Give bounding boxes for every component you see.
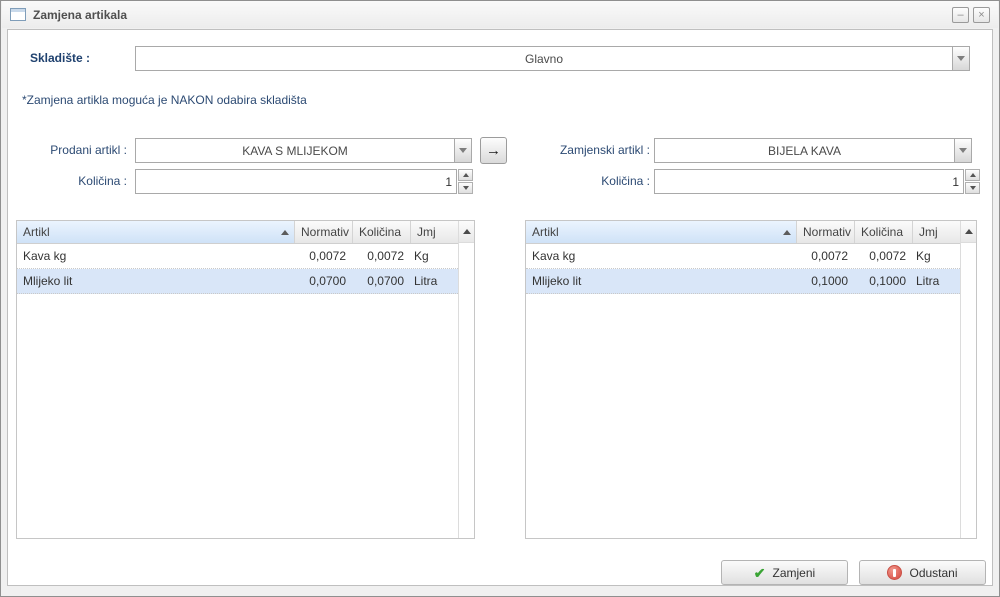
exclamation-circle-icon [887,565,903,580]
cell-kolicina: 0,0700 [367,274,404,288]
sold-article-normative-table: Artikl Normativ Količina Jmj Kava kg 0,00… [16,220,475,539]
column-header-artikl[interactable]: Artikl [17,221,295,243]
table-row[interactable]: Mlijeko lit 0,1000 0,1000 Litra [526,269,960,294]
table-body: Kava kg 0,0072 0,0072 Kg Mlijeko lit 0,1000 0,… [526,244,960,538]
replacement-quantity-input[interactable] [654,169,964,194]
replacement-quantity-label: Količina : [601,174,650,188]
column-header-jmj[interactable]: Jmj [411,221,458,243]
replace-button[interactable]: ✔ Zamjeni [721,560,848,585]
warehouse-combo [135,46,970,71]
spinner-up-button[interactable] [458,169,473,181]
replacement-quantity-field [654,169,980,194]
chevron-down-icon [459,148,467,153]
cell-normativ: 0,0072 [811,249,848,263]
triangle-down-icon [969,186,976,190]
cell-artikl: Kava kg [532,249,576,263]
cell-kolicina: 0,1000 [869,274,906,288]
replacement-article-label: Zamjenski artikl : [559,143,650,157]
cell-kolicina: 0,0072 [869,249,906,263]
replacement-article-dropdown-trigger[interactable] [954,138,972,163]
table-row[interactable]: Kava kg 0,0072 0,0072 Kg [17,244,458,269]
chevron-down-icon [957,56,965,61]
column-header-jmj[interactable]: Jmj [913,221,960,243]
title-bar: Zamjena artikala – × [2,1,998,28]
table-header: Artikl Normativ Količina Jmj [526,221,960,244]
table-body: Kava kg 0,0072 0,0072 Kg Mlijeko lit 0,0700 0,… [17,244,458,538]
column-header-kolicina[interactable]: Količina [855,221,913,243]
cell-jmj: Litra [916,274,940,288]
triangle-up-icon [964,229,973,234]
cell-normativ: 0,1000 [811,274,848,288]
spinner-down-button[interactable] [458,182,473,194]
window-icon [10,8,26,21]
warehouse-label: Skladište : [30,51,91,65]
scroll-up-button[interactable] [961,221,976,243]
spinner-down-button[interactable] [965,182,980,194]
scroll-up-button[interactable] [459,221,474,243]
cell-jmj: Kg [414,249,429,263]
sold-quantity-label: Količina : [78,174,127,188]
warehouse-dropdown-trigger[interactable] [952,46,970,71]
sold-article-combo [135,138,472,163]
sold-quantity-field [135,169,473,194]
column-header-artikl[interactable]: Artikl [526,221,797,243]
table-row[interactable]: Mlijeko lit 0,0700 0,0700 Litra [17,269,458,294]
triangle-up-icon [462,173,469,177]
triangle-up-icon [969,173,976,177]
vertical-scrollbar[interactable] [458,221,474,538]
note-text: *Zamjena artikla moguća je NAKON odabira… [22,93,307,107]
column-header-kolicina[interactable]: Količina [353,221,411,243]
sort-ascending-icon [281,230,289,235]
cell-jmj: Kg [916,249,931,263]
spinner-up-button[interactable] [965,169,980,181]
column-header-normativ[interactable]: Normativ [797,221,855,243]
footer-actions: ✔ Zamjeni Odustani [721,560,986,585]
sold-article-dropdown-trigger[interactable] [454,138,472,163]
cell-artikl: Mlijeko lit [23,274,73,288]
chevron-down-icon [959,148,967,153]
minimize-button[interactable]: – [952,6,969,23]
sort-ascending-icon [783,230,791,235]
replacement-article-normative-table: Artikl Normativ Količina Jmj Kava kg 0,00… [525,220,977,539]
check-icon: ✔ [753,564,766,581]
cancel-button[interactable]: Odustani [859,560,986,585]
table-header: Artikl Normativ Količina Jmj [17,221,458,244]
vertical-scrollbar[interactable] [960,221,976,538]
cell-artikl: Mlijeko lit [532,274,582,288]
dialog-title: Zamjena artikala [33,7,128,22]
cell-normativ: 0,0072 [309,249,346,263]
triangle-down-icon [462,186,469,190]
sold-quantity-input[interactable] [135,169,457,194]
cell-jmj: Litra [414,274,438,288]
table-row[interactable]: Kava kg 0,0072 0,0072 Kg [526,244,960,269]
cell-artikl: Kava kg [23,249,67,263]
replacement-article-input[interactable] [654,138,954,163]
warehouse-input[interactable] [135,46,952,71]
replacement-article-combo [654,138,972,163]
cell-kolicina: 0,0072 [367,249,404,263]
sold-article-input[interactable] [135,138,454,163]
dialog-content: Skladište : *Zamjena artikla moguća je N… [7,29,993,586]
close-button[interactable]: × [973,6,990,23]
replace-articles-dialog: Zamjena artikala – × Skladište : *Zamjen… [0,0,1000,597]
column-header-normativ[interactable]: Normativ [295,221,353,243]
sold-article-label: Prodani artikl : [50,143,127,157]
triangle-up-icon [462,229,471,234]
cell-normativ: 0,0700 [309,274,346,288]
